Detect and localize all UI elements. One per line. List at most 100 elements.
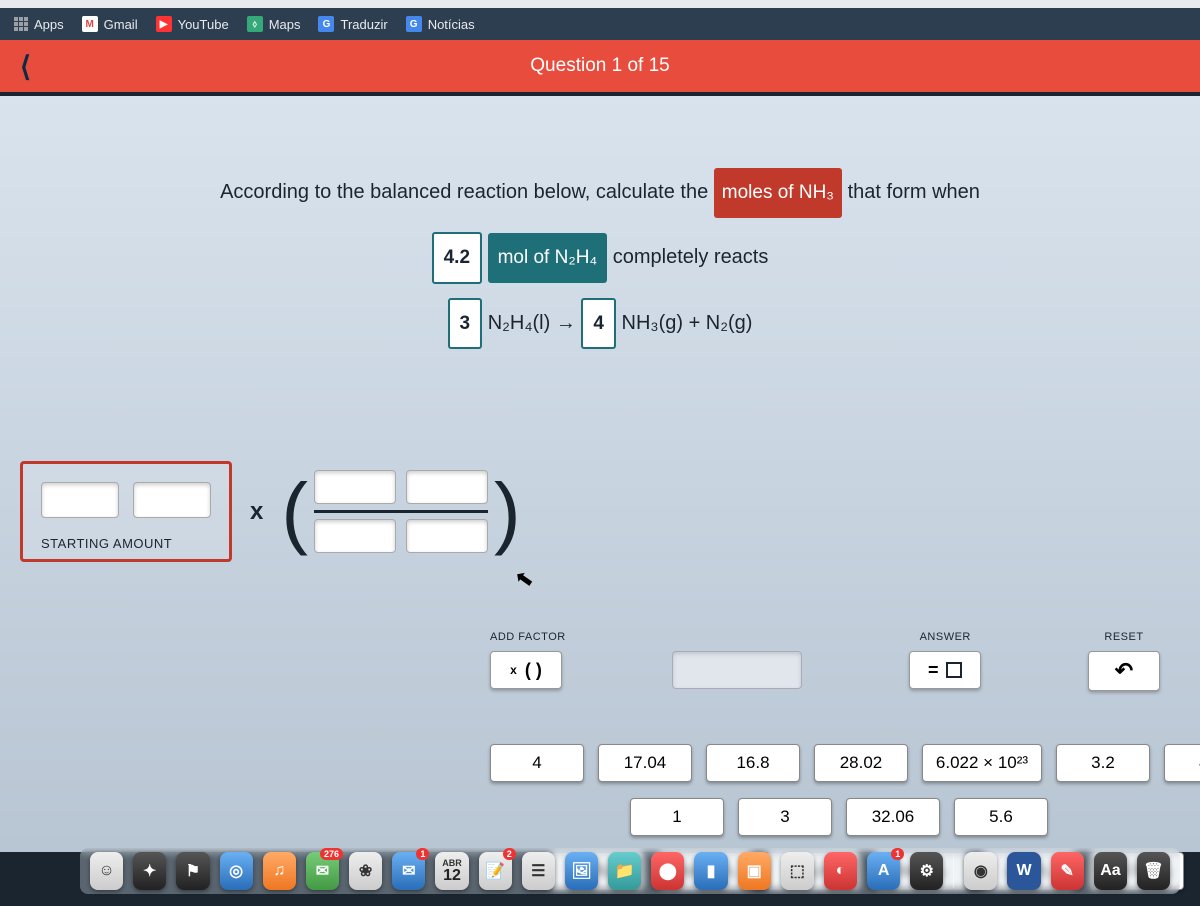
bookmarks-bar: Apps M Gmail ▶ YouTube ⬨ Maps G Traduzir…	[0, 8, 1200, 40]
answer-label: ANSWER	[909, 631, 981, 643]
question-header: ⟨ Question 1 of 15	[0, 40, 1200, 92]
content-area: According to the balanced reaction below…	[0, 96, 1200, 852]
photos-icon[interactable]: ❀	[349, 852, 382, 890]
tile-16-8[interactable]: 16.8	[706, 744, 800, 782]
numerator-unit-slot[interactable]	[406, 470, 488, 504]
starting-amount-label: STARTING AMOUNT	[41, 536, 211, 551]
notes-icon[interactable]: 📝2	[479, 852, 512, 890]
bookmark-traduzir[interactable]: G Traduzir	[318, 16, 387, 32]
answer-button[interactable]: =	[909, 651, 981, 689]
macos-dock: ☺ ✦ ⚑ ◎ ♫ ✉276 ❀ ✉1 ABR 12 📝2 ☰ 🖼 📁 ⬤ ▮ …	[80, 848, 1180, 894]
chrome-icon[interactable]: ◉	[964, 852, 997, 890]
reminders-icon[interactable]: ☰	[522, 852, 555, 890]
chip-target: moles of NH₃	[714, 168, 842, 218]
folder-icon-1[interactable]: 📁	[608, 852, 641, 890]
preview-icon[interactable]: 🖼	[565, 852, 598, 890]
notes-badge: 2	[503, 848, 516, 860]
placeholder-slot[interactable]	[672, 651, 802, 689]
calendar-day: 12	[443, 868, 461, 884]
finder-icon[interactable]: ☺	[90, 852, 123, 890]
gmail-icon: M	[82, 16, 98, 32]
equals-sign: =	[928, 660, 939, 681]
mail-badge: 1	[416, 848, 429, 860]
apps-grid-icon	[14, 17, 28, 31]
mission-control-icon[interactable]: ⚑	[176, 852, 209, 890]
tile-32-06[interactable]: 32.06	[846, 798, 940, 836]
prompt-text-2b: completely reacts	[613, 246, 769, 268]
app-icon-blue[interactable]: ▮	[694, 852, 727, 890]
fraction-bar	[314, 510, 488, 513]
calendar-icon[interactable]: ABR 12	[435, 852, 468, 890]
tile-5-6[interactable]: 5.6	[954, 798, 1048, 836]
add-factor-x: x	[510, 663, 517, 677]
safari-icon[interactable]: ◎	[220, 852, 253, 890]
question-prompt: According to the balanced reaction below…	[0, 96, 1200, 349]
mail-icon[interactable]: ✉1	[392, 852, 425, 890]
bookmark-gmail[interactable]: M Gmail	[82, 16, 138, 32]
conversion-factor: ( )	[281, 470, 520, 553]
starting-value-slot[interactable]	[41, 482, 119, 518]
tile-17-04[interactable]: 17.04	[598, 744, 692, 782]
coef-2: 4	[581, 298, 616, 350]
messages-icon[interactable]: ✉276	[306, 852, 339, 890]
answer-group: ANSWER =	[909, 631, 981, 691]
tile-3-2[interactable]: 3.2	[1056, 744, 1150, 782]
youtube-icon: ▶	[156, 16, 172, 32]
bookmark-youtube[interactable]: ▶ YouTube	[156, 16, 229, 32]
word-icon[interactable]: W	[1007, 852, 1040, 890]
coef-1: 3	[448, 298, 483, 350]
app-icon-grey[interactable]: ⬚	[781, 852, 814, 890]
question-title: Question 1 of 15	[530, 55, 669, 77]
paren-right: )	[494, 480, 521, 544]
itunes-icon[interactable]: ♫	[263, 852, 296, 890]
messages-badge: 276	[320, 848, 343, 860]
answer-box-icon	[946, 662, 962, 678]
prompt-text-1b: that form when	[848, 181, 980, 203]
dock-separator	[953, 854, 954, 888]
bookmark-maps-label: Maps	[269, 17, 301, 32]
tile-4[interactable]: 4	[490, 744, 584, 782]
acrobat-icon[interactable]: ✎	[1051, 852, 1084, 890]
bookmark-traduzir-label: Traduzir	[340, 17, 387, 32]
back-button[interactable]: ⟨	[0, 50, 51, 83]
undo-icon: ↶	[1115, 658, 1133, 684]
translate-icon: G	[318, 16, 334, 32]
work-area: STARTING AMOUNT x ( )	[20, 461, 521, 562]
placeholder-label	[672, 631, 802, 643]
multiply-symbol: x	[250, 498, 263, 526]
bookmark-apps[interactable]: Apps	[14, 17, 64, 32]
bookmark-noticias-label: Notícias	[428, 17, 475, 32]
reset-group: RESET ↶	[1088, 631, 1160, 691]
browser-chrome-top	[0, 0, 1200, 8]
add-factor-parens: ( )	[525, 660, 542, 681]
starting-amount-box[interactable]: STARTING AMOUNT	[20, 461, 232, 562]
denominator-value-slot[interactable]	[314, 519, 396, 553]
placeholder-group	[672, 631, 802, 691]
appstore-icon[interactable]: A1	[867, 852, 900, 890]
app-icon-orange[interactable]: ▣	[738, 852, 771, 890]
tile-3[interactable]: 3	[738, 798, 832, 836]
denominator-unit-slot[interactable]	[406, 519, 488, 553]
paren-left: (	[281, 480, 308, 544]
bookmark-noticias[interactable]: G Notícias	[406, 16, 475, 32]
bookmark-maps[interactable]: ⬨ Maps	[247, 16, 301, 32]
reset-label: RESET	[1088, 631, 1160, 643]
settings-icon[interactable]: ⚙	[910, 852, 943, 890]
trash-icon[interactable]: 🗑	[1137, 852, 1170, 890]
numerator-value-slot[interactable]	[314, 470, 396, 504]
tile-28-02[interactable]: 28.02	[814, 744, 908, 782]
reader-icon[interactable]: Aa	[1094, 852, 1127, 890]
bookmark-gmail-label: Gmail	[104, 17, 138, 32]
tile-1[interactable]: 1	[630, 798, 724, 836]
cursor-icon: ⬉	[513, 565, 536, 594]
bookmark-apps-label: Apps	[34, 17, 64, 32]
tile-avogadro[interactable]: 6.022 × 10²³	[922, 744, 1042, 782]
launchpad-icon[interactable]: ✦	[133, 852, 166, 890]
tile-4-2[interactable]: 4.2	[1164, 744, 1200, 782]
reset-button[interactable]: ↶	[1088, 651, 1160, 691]
add-factor-button[interactable]: x ( )	[490, 651, 562, 689]
app-icon-red[interactable]: ⬤	[651, 852, 684, 890]
chip-given-unit: mol of N₂H₄	[488, 233, 608, 283]
avast-icon[interactable]: ◐	[824, 852, 857, 890]
starting-unit-slot[interactable]	[133, 482, 211, 518]
